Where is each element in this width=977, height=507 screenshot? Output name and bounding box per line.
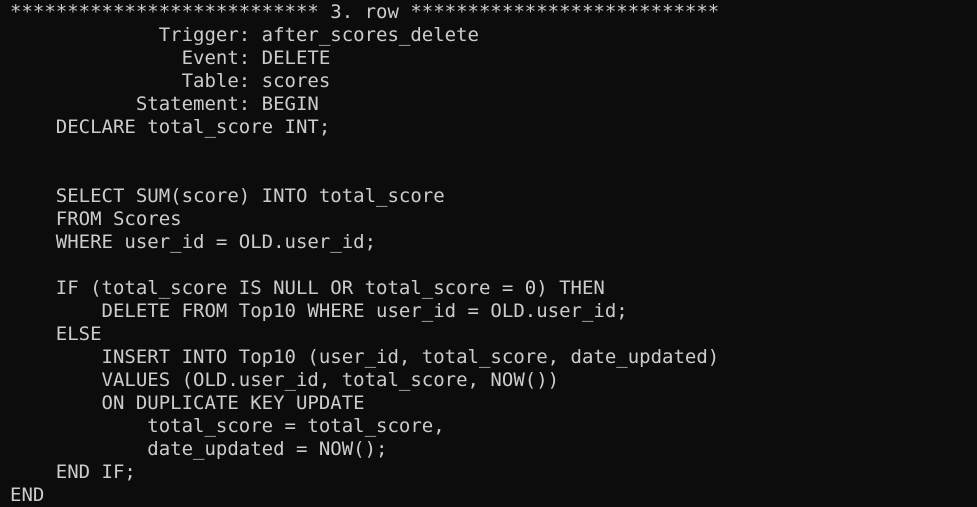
code-line: IF (total_score IS NULL OR total_score =… [10,277,605,299]
event-field-line: Event: DELETE [10,47,331,69]
code-line: END IF; [10,461,136,483]
code-line: total_score = total_score, [10,415,445,437]
row-separator-line: *************************** 3. row *****… [10,1,720,23]
table-field-line: Table: scores [10,70,331,92]
code-line: FROM Scores [10,208,182,230]
trigger-field-line: Trigger: after_scores_delete [10,24,479,46]
code-line: WHERE user_id = OLD.user_id; [10,231,377,253]
terminal-output[interactable]: *************************** 3. row *****… [0,0,977,507]
code-line: ON DUPLICATE KEY UPDATE [10,392,365,414]
code-line: SELECT SUM(score) INTO total_score [10,185,445,207]
code-line: DELETE FROM Top10 WHERE user_id = OLD.us… [10,300,628,322]
code-line: END [10,484,45,506]
code-line: DECLARE total_score INT; [10,116,331,138]
code-line: INSERT INTO Top10 (user_id, total_score,… [10,346,720,368]
code-line: ELSE [10,323,102,345]
code-line: VALUES (OLD.user_id, total_score, NOW()) [10,369,560,391]
statement-field-line: Statement: BEGIN [10,93,319,115]
code-line: date_updated = NOW(); [10,438,388,460]
